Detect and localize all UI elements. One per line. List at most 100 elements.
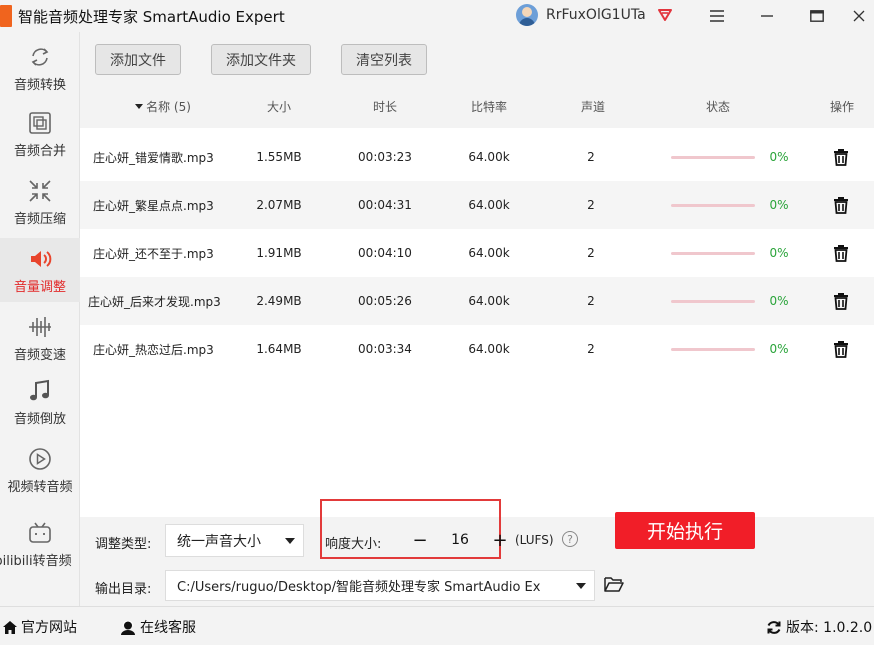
app-logo-icon [0,5,12,27]
table-row[interactable]: 庄心妍_错爱情歌.mp3 1.55MB 00:03:23 64.00k 2 0% [80,133,874,181]
file-name: 庄心妍_后来才发现.mp3 [88,294,221,309]
column-size-header: 大小 [266,99,291,114]
progress-percent: 0% [769,342,789,356]
sidebar-item-video-to-audio[interactable]: 视频转音频 [0,438,80,502]
add-folder-button[interactable]: 添加文件夹 [211,44,311,75]
table-header: 名称 (5) 大小 时长 比特率 声道 状态 操作 [80,84,874,128]
file-channels: 2 [587,294,595,308]
file-size: 2.07MB [256,198,302,212]
file-duration: 00:04:10 [358,246,412,260]
username[interactable]: RrFuxOlG1UTa [546,7,646,23]
status-bar: 官方网站 在线客服 版本: 1.0.2.0 [0,606,874,645]
bilibili-icon [29,522,51,543]
sidebar-item-audio-compress[interactable]: 音频压缩 [0,170,80,234]
official-website-link[interactable]: 官方网站 [2,617,77,637]
version-info[interactable]: 版本: 1.0.2.0 [766,617,872,637]
sidebar-item-audio-convert[interactable]: 音频转换 [0,36,80,100]
play-circle-icon [29,447,51,470]
minimize-icon[interactable] [744,0,790,32]
trash-icon[interactable] [830,242,852,264]
waveform-icon [29,316,51,337]
sidebar-item-volume-adjust[interactable]: 音量调整 [0,238,80,302]
sidebar-item-bilibili-to-audio[interactable]: bilibili转音频 [0,512,80,576]
merge-icon [29,111,51,134]
table-row[interactable]: 庄心妍_热恋过后.mp3 1.64MB 00:03:34 64.00k 2 0% [80,325,874,373]
title-bar: 智能音频处理专家 SmartAudio Expert RrFuxOlG1UTa [0,0,874,32]
column-duration-header: 时长 [372,99,397,114]
column-name-header[interactable]: 名称 (5) [98,84,228,128]
file-bitrate: 64.00k [468,246,510,260]
sidebar: 音频转换 音频合并 音频压缩 音量调整 音频变速 音频倒放 视频转音频 bili… [0,32,80,606]
avatar[interactable] [516,4,538,26]
progress-bar [671,300,755,303]
units-label: (LUFS) [515,533,554,547]
file-size: 1.55MB [256,150,302,164]
progress-percent: 0% [769,246,789,260]
compress-icon [29,179,51,202]
add-file-button[interactable]: 添加文件 [95,44,181,75]
file-name: 庄心妍_热恋过后.mp3 [93,342,214,357]
version-label: 版本: 1.0.2.0 [786,620,873,636]
file-channels: 2 [587,342,595,356]
sidebar-item-audio-speed[interactable]: 音频变速 [0,306,80,370]
online-support-link[interactable]: 在线客服 [120,617,196,637]
decrement-button[interactable]: − [410,528,430,552]
file-size: 1.91MB [256,246,302,260]
file-bitrate: 64.00k [468,342,510,356]
sidebar-item-audio-merge[interactable]: 音频合并 [0,102,80,166]
column-action-header: 操作 [829,99,854,114]
file-channels: 2 [587,150,595,164]
table-row[interactable]: 庄心妍_还不至于.mp3 1.91MB 00:04:10 64.00k 2 0% [80,229,874,277]
column-name-label: 名称 (5) [146,99,191,114]
app-title: 智能音频处理专家 SmartAudio Expert [18,7,285,26]
trash-icon[interactable] [830,146,852,168]
file-duration: 00:03:23 [358,150,412,164]
progress-bar [671,252,755,255]
start-button[interactable]: 开始执行 [615,512,755,549]
refresh-icon [767,620,781,634]
loudness-value[interactable]: 16 [440,532,480,548]
diamond-icon[interactable] [656,6,674,24]
output-dir-path: C:/Users/ruguo/Desktop/智能音频处理专家 SmartAud… [177,580,541,595]
progress-bar [671,204,755,207]
progress-percent: 0% [769,198,789,212]
file-bitrate: 64.00k [468,150,510,164]
adjust-type-label: 调整类型: [95,537,152,552]
file-duration: 00:03:34 [358,342,412,356]
sidebar-item-audio-reverse[interactable]: 音频倒放 [0,370,80,434]
file-bitrate: 64.00k [468,198,510,212]
sidebar-item-label: 音频变速 [13,347,66,363]
folder-open-icon[interactable] [604,576,624,592]
user-area[interactable]: RrFuxOlG1UTa [516,4,674,26]
sidebar-item-label: 音频倒放 [13,411,66,427]
file-duration: 00:04:31 [358,198,412,212]
speaker-icon [31,250,52,267]
trash-icon[interactable] [830,194,852,216]
progress-bar [671,156,755,159]
file-name: 庄心妍_错爱情歌.mp3 [93,150,214,165]
adjust-type-select[interactable]: 统一声音大小 [165,524,304,557]
music-note-icon [30,379,49,400]
file-name: 庄心妍_还不至于.mp3 [93,246,214,261]
maximize-icon[interactable] [794,0,840,32]
sidebar-item-label: bilibili转音频 [0,553,72,569]
trash-icon[interactable] [830,290,852,312]
table-row[interactable]: 庄心妍_后来才发现.mp3 2.49MB 00:05:26 64.00k 2 0… [80,277,874,325]
help-icon[interactable]: ? [562,531,578,547]
clear-list-button[interactable]: 清空列表 [341,44,427,75]
close-icon[interactable] [844,0,874,32]
sidebar-item-label: 音频合并 [13,143,66,159]
toolbar: 添加文件 添加文件夹 清空列表 [80,32,874,84]
sort-down-icon [135,103,144,109]
increment-button[interactable]: + [490,528,510,552]
hamburger-menu-icon[interactable] [694,0,740,32]
output-dir-label: 输出目录: [95,582,152,597]
home-icon [3,620,17,634]
column-status-header: 状态 [705,99,730,114]
file-name: 庄心妍_繁星点点.mp3 [93,198,214,213]
chevron-down-icon [576,582,586,589]
trash-icon[interactable] [830,338,852,360]
output-dir-select[interactable]: C:/Users/ruguo/Desktop/智能音频处理专家 SmartAud… [165,570,595,601]
file-channels: 2 [587,198,595,212]
table-row[interactable]: 庄心妍_繁星点点.mp3 2.07MB 00:04:31 64.00k 2 0% [80,181,874,229]
